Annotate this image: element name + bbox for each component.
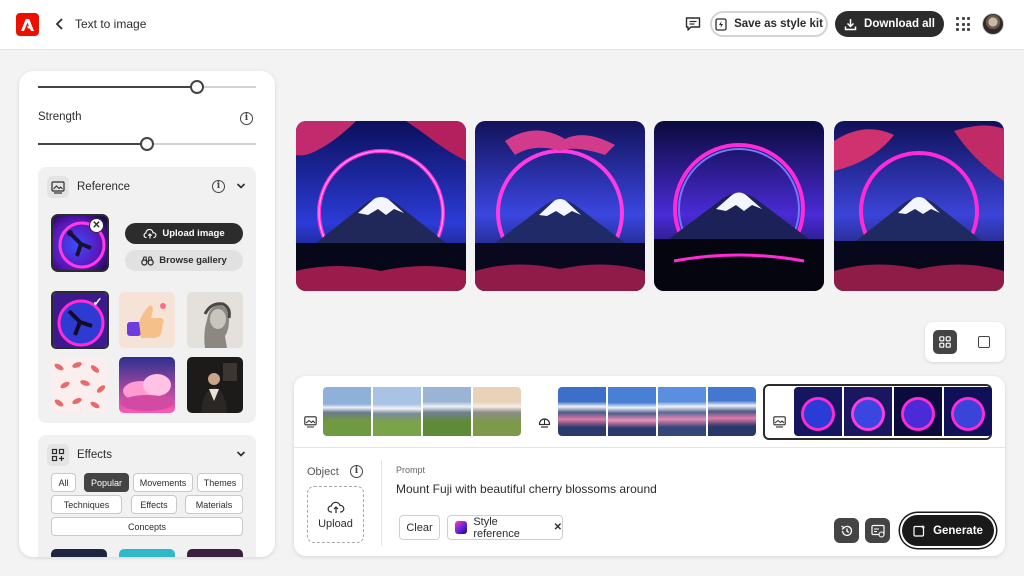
remove-reference-icon[interactable]: ✕ <box>89 218 104 233</box>
reference-image-icon <box>47 176 69 198</box>
remove-style-reference-icon[interactable]: ✕ <box>554 522 562 533</box>
back-chevron-icon[interactable] <box>54 17 66 31</box>
style-thumb-engraving-portrait[interactable] <box>187 292 243 348</box>
view-toggle <box>925 322 1005 362</box>
history-icon <box>840 525 852 536</box>
effects-icon <box>47 444 69 466</box>
top-slider[interactable] <box>38 80 256 94</box>
object-label: Object <box>307 466 339 478</box>
effect-chip-concepts[interactable]: Concepts <box>51 517 243 536</box>
generate-button[interactable]: Generate <box>902 515 994 546</box>
clear-button[interactable]: Clear <box>399 515 440 540</box>
generated-image-2[interactable] <box>475 121 645 291</box>
image-settings-icon <box>870 524 885 538</box>
top-slider-handle[interactable] <box>190 80 205 94</box>
current-history-icon <box>769 412 789 432</box>
effect-chip-effects[interactable]: Effects <box>131 495 177 514</box>
prompt-input[interactable]: Mount Fuji with beautiful cherry blossom… <box>396 482 657 496</box>
object-info-icon[interactable]: i <box>350 465 363 478</box>
download-all-button[interactable]: Download all <box>835 11 944 37</box>
reference-info-icon[interactable]: i <box>212 180 225 193</box>
strength-slider[interactable] <box>38 137 256 151</box>
style-kit-icon <box>715 17 727 31</box>
feedback-icon[interactable] <box>684 15 702 33</box>
save-style-kit-button[interactable]: Save as style kit <box>710 11 828 37</box>
history-group-current[interactable] <box>763 384 992 440</box>
strength-label: Strength <box>38 111 82 123</box>
reference-label: Reference <box>77 181 131 193</box>
strength-slider-handle[interactable] <box>140 137 154 151</box>
settings-panel: Strength i Reference i ✕ Upload image Br… <box>19 71 275 557</box>
reference-section: Reference i ✕ Upload image Browse galler… <box>38 167 256 423</box>
effect-chip-techniques[interactable]: Techniques <box>51 495 122 514</box>
grid-view-icon[interactable] <box>933 330 957 354</box>
style-thumb-neon-figure[interactable]: ✓ <box>51 291 109 349</box>
download-all-label: Download all <box>864 18 935 30</box>
style-thumb-dark-portrait[interactable] <box>187 357 243 413</box>
vertical-divider <box>381 460 382 546</box>
generate-label: Generate <box>933 524 983 537</box>
avatar[interactable] <box>982 13 1004 35</box>
effects-label: Effects <box>77 449 112 461</box>
download-icon <box>844 18 857 30</box>
structure-history-icon <box>534 412 554 432</box>
reference-chevron-down-icon[interactable] <box>236 181 246 191</box>
style-reference-thumbnail <box>455 521 468 534</box>
history-group-structure[interactable] <box>530 386 756 438</box>
style-reference-label: Style reference <box>473 515 520 540</box>
upload-image-button[interactable]: Upload image <box>125 223 243 244</box>
history-button[interactable] <box>834 518 859 543</box>
effect-thumb-2[interactable] <box>119 549 175 557</box>
reference-history-icon <box>300 412 320 432</box>
effect-chip-popular[interactable]: Popular <box>84 473 129 492</box>
effect-chip-movements[interactable]: Movements <box>133 473 193 492</box>
history-group-reference[interactable] <box>296 386 522 438</box>
effect-thumb-1[interactable] <box>51 549 107 557</box>
effects-chevron-down-icon[interactable] <box>236 449 246 459</box>
generated-image-1[interactable] <box>296 121 466 291</box>
divider <box>294 447 1005 448</box>
selected-check-icon: ✓ <box>92 295 103 309</box>
generated-image-3[interactable] <box>654 121 824 291</box>
effect-chip-all[interactable]: All <box>51 473 76 492</box>
browse-gallery-label: Browse gallery <box>159 255 227 266</box>
style-thumb-pattern[interactable] <box>51 357 107 413</box>
effect-chip-materials[interactable]: Materials <box>185 495 243 514</box>
top-bar: Text to image Save as style kit Download… <box>0 0 1024 50</box>
browse-gallery-button[interactable]: Browse gallery <box>125 250 243 271</box>
generated-image-4[interactable] <box>834 121 1004 291</box>
save-style-kit-label: Save as style kit <box>734 18 823 30</box>
style-thumb-3d-thumbs-up[interactable] <box>119 292 175 348</box>
binoculars-icon <box>141 255 155 266</box>
prompt-label: Prompt <box>396 465 426 475</box>
style-reference-tag[interactable]: Style reference ✕ <box>447 515 563 540</box>
prompt-panel: Object i Upload Prompt Mount Fuji with b… <box>294 376 1005 556</box>
effects-section: Effects All Popular Movements Themes Tec… <box>38 435 256 557</box>
upload-object-button[interactable]: Upload <box>307 486 364 543</box>
adobe-logo-icon[interactable] <box>16 13 39 36</box>
effect-thumb-3[interactable] <box>187 549 243 557</box>
style-thumb-pink-clouds[interactable] <box>119 357 175 413</box>
single-view-icon[interactable] <box>978 336 990 348</box>
strength-info-icon[interactable]: i <box>240 112 253 125</box>
upload-cloud-icon <box>327 501 344 513</box>
apps-grid-icon[interactable] <box>956 17 970 31</box>
prompt-settings-button[interactable] <box>865 518 890 543</box>
upload-cloud-icon <box>143 228 157 238</box>
upload-image-label: Upload image <box>162 228 225 239</box>
upload-label: Upload <box>318 517 353 530</box>
generate-sparkle-icon <box>913 524 926 537</box>
effect-chip-themes[interactable]: Themes <box>197 473 243 492</box>
page-title: Text to image <box>75 17 147 31</box>
